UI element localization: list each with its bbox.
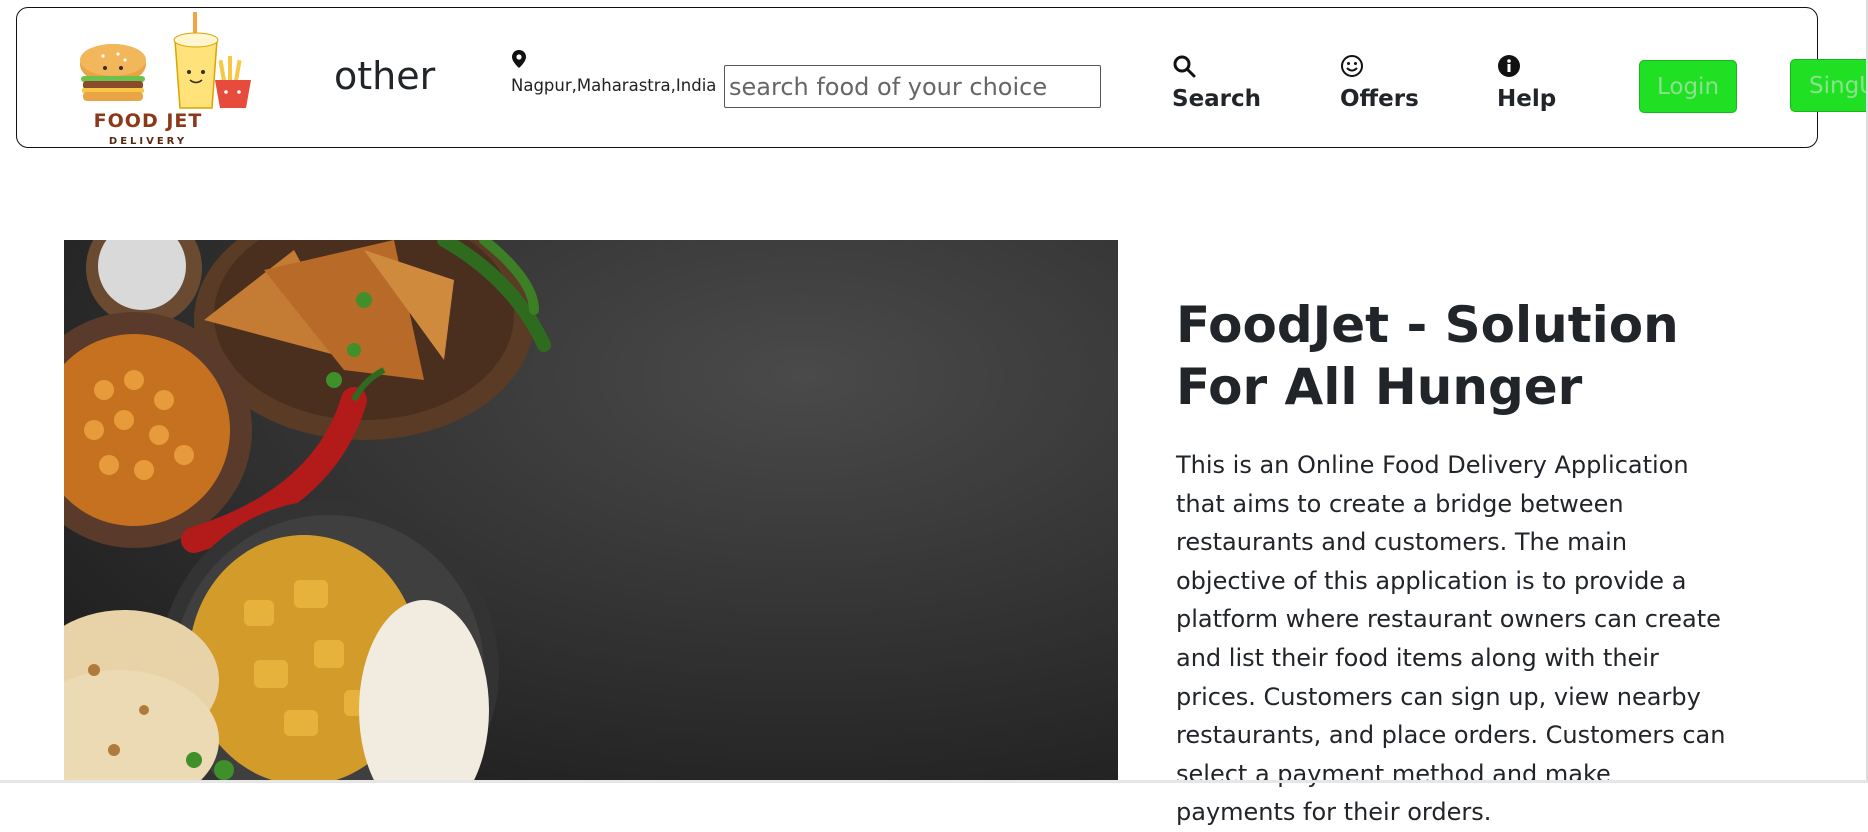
logo-graphic: [80, 12, 251, 109]
map-pin-icon: [512, 50, 716, 72]
info-icon: [1497, 54, 1556, 80]
nav-search-label: Search: [1172, 86, 1262, 112]
navbar: FOOD JET DELIVERY other Nagpur,Maharastr…: [16, 7, 1818, 148]
signup-button[interactable]: SingUp: [1790, 59, 1868, 112]
hero-description: This is an Online Food Delivery Applicat…: [1176, 451, 1726, 827]
smile-icon: [1340, 54, 1419, 80]
search-input[interactable]: [724, 65, 1101, 108]
brand-text[interactable]: other: [334, 54, 435, 98]
location-text: Nagpur,Maharastra,India: [511, 76, 717, 95]
logo-subtitle: DELIVERY: [108, 136, 188, 147]
nav-help-label: Help: [1497, 86, 1557, 112]
logo-title: FOOD JET: [93, 110, 203, 132]
hero-title: FoodJet - Solution For All Hunger: [1176, 296, 1679, 416]
nav-offers-label: Offers: [1340, 86, 1419, 112]
nav-offers-link[interactable]: Offers: [1340, 54, 1419, 112]
hero-food-image: [64, 240, 1118, 783]
location-display[interactable]: Nagpur,Maharastra,India: [511, 50, 716, 95]
search-icon: [1172, 54, 1261, 80]
food-jet-logo[interactable]: FOOD JET DELIVERY: [63, 10, 263, 155]
food-illustration: [64, 240, 1118, 783]
login-button[interactable]: Login: [1639, 60, 1737, 113]
nav-search-link[interactable]: Search: [1172, 54, 1261, 112]
nav-help-link[interactable]: Help: [1497, 54, 1556, 112]
